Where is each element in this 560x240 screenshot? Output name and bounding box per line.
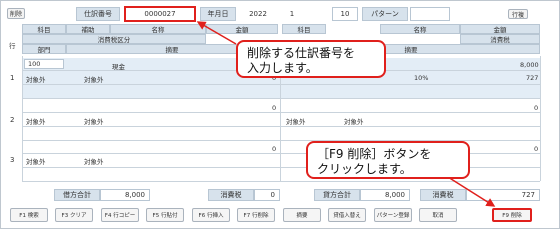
credit-total-label: 貸方合計 bbox=[314, 189, 360, 201]
swap-button[interactable]: 貸借入替え bbox=[328, 208, 366, 222]
credit-tax-value: 727 bbox=[466, 189, 540, 201]
pattern-input[interactable] bbox=[410, 7, 450, 21]
line-copy-button[interactable]: 行複 bbox=[508, 9, 528, 19]
credit-total-value: 8,000 bbox=[360, 189, 410, 201]
row-1-number: 1 bbox=[10, 74, 15, 82]
cancel-button[interactable]: 取消 bbox=[419, 208, 457, 222]
debit-total-value: 8,000 bbox=[100, 189, 150, 201]
debit-tax-label: 消費税 bbox=[208, 189, 254, 201]
debit-tax-value: 0 bbox=[254, 189, 280, 201]
col-kamoku: 科目 bbox=[22, 24, 66, 34]
row-3-debit-amount: 0 bbox=[272, 145, 277, 153]
row-3-tax1: 対象外 bbox=[26, 158, 46, 166]
col-meisho-credit: 名称 bbox=[380, 24, 460, 34]
row-1-tax1: 対象外 bbox=[26, 76, 46, 84]
f1-search-button[interactable]: F1 検索 bbox=[10, 208, 48, 222]
col-hojo: 補助 bbox=[66, 24, 110, 34]
date-label: 年月日 bbox=[200, 7, 236, 21]
credit-tax-label: 消費税 bbox=[420, 189, 466, 201]
row-1-credit-tax: 727 bbox=[526, 74, 539, 82]
f4-row-copy-button[interactable]: F4 行コピー bbox=[101, 208, 139, 222]
col-bumon: 部門 bbox=[22, 44, 66, 54]
month-field[interactable]: 1 bbox=[280, 7, 304, 21]
row-1-credit-amount: 8,000 bbox=[520, 61, 539, 69]
row-3-tax2: 対象外 bbox=[84, 158, 104, 166]
callout-click-delete: ［F9 削除］ボタンを クリックします。 bbox=[306, 141, 470, 179]
col-kamoku-credit: 科目 bbox=[282, 24, 326, 34]
col-kingaku-credit: 金額 bbox=[460, 24, 540, 34]
f9-delete-button[interactable]: F9 削除 bbox=[492, 208, 532, 222]
col-shohizei-credit: 消費税 bbox=[460, 34, 540, 44]
year-field[interactable]: 2022 bbox=[240, 7, 276, 21]
col-kingaku: 金額 bbox=[206, 24, 278, 34]
f5-row-paste-button[interactable]: F5 行貼付 bbox=[146, 208, 184, 222]
tekiyo-button[interactable]: 摘要 bbox=[283, 208, 321, 222]
row-2-tax2: 対象外 bbox=[84, 118, 104, 126]
row-2-number: 2 bbox=[10, 116, 15, 124]
col-meisho: 名称 bbox=[110, 24, 206, 34]
row-3-number: 3 bbox=[10, 156, 15, 164]
row-2-credit-tax2: 対象外 bbox=[344, 118, 364, 126]
col-shohizei-kubun: 消費税区分 bbox=[22, 34, 206, 44]
callout-enter-slip-no: 削除する仕訳番号を 入力します。 bbox=[236, 40, 386, 78]
row-2-tax1: 対象外 bbox=[26, 118, 46, 126]
f7-row-delete-button[interactable]: F7 行削除 bbox=[237, 208, 275, 222]
row-3-credit-amount: 0 bbox=[534, 145, 539, 153]
day-field[interactable]: 10 bbox=[332, 7, 358, 21]
row-1-debit-code[interactable]: 100 bbox=[24, 59, 64, 69]
row-1-tax-rate: 10% bbox=[414, 74, 429, 82]
delete-mode-button[interactable]: 削除 bbox=[7, 8, 25, 19]
row-2-credit-tax1: 対象外 bbox=[286, 118, 306, 126]
row-2-credit-amount: 0 bbox=[534, 104, 539, 112]
f3-clear-button[interactable]: F3 クリア bbox=[55, 208, 93, 222]
f6-row-insert-button[interactable]: F6 行挿入 bbox=[192, 208, 230, 222]
pattern-label: パターン bbox=[362, 7, 408, 21]
row-2-debit-amount: 0 bbox=[272, 104, 277, 112]
row-col-header: 行 bbox=[9, 42, 16, 50]
row-1-tax2: 対象外 bbox=[84, 76, 104, 84]
debit-total-label: 借方合計 bbox=[54, 189, 100, 201]
pattern-register-button[interactable]: パターン登録 bbox=[374, 208, 412, 222]
slip-no-label: 仕訳番号 bbox=[76, 7, 120, 21]
slip-no-input[interactable]: 0000027 bbox=[124, 6, 196, 22]
